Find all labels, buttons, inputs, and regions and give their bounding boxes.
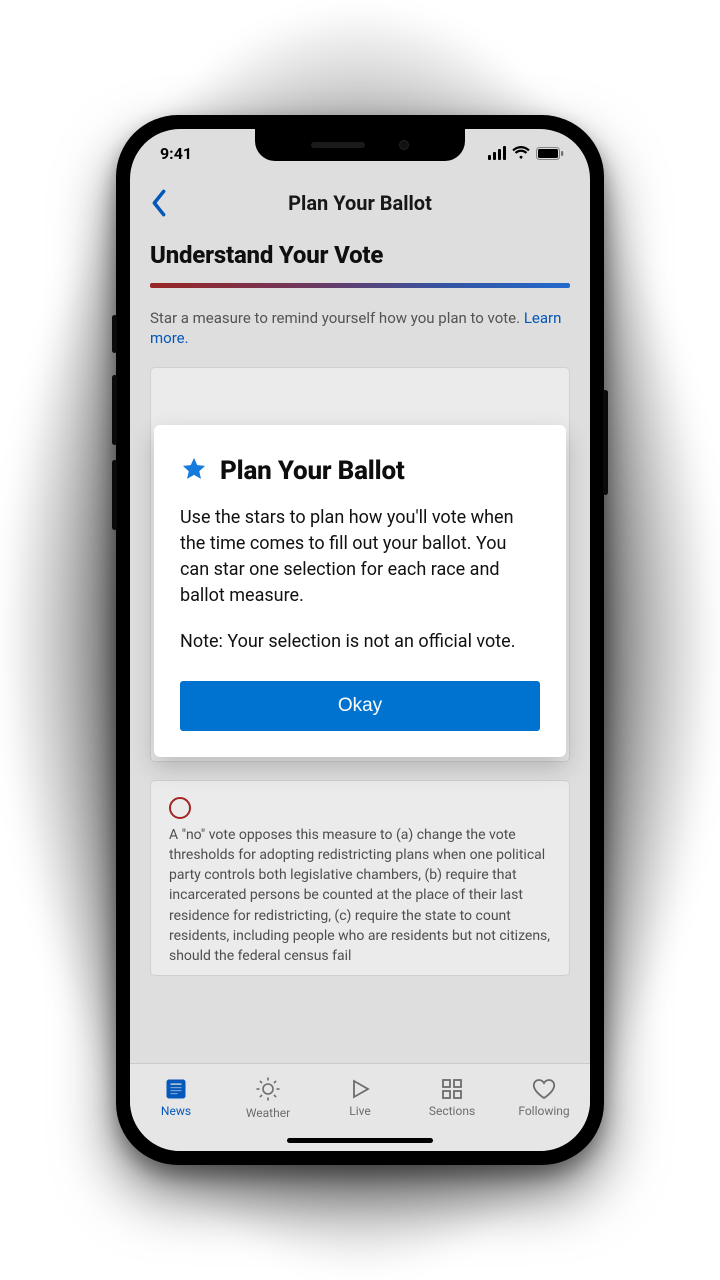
info-modal: Plan Your Ballot Use the stars to plan h… — [154, 425, 566, 757]
side-button — [112, 315, 117, 353]
side-button — [112, 460, 117, 530]
speaker-slot — [311, 142, 365, 148]
modal-paragraph: Note: Your selection is not an official … — [180, 629, 540, 655]
front-camera — [399, 140, 409, 150]
modal-paragraph: Use the stars to plan how you'll vote wh… — [180, 505, 540, 609]
side-button — [112, 375, 117, 445]
star-icon — [180, 455, 208, 487]
screen: 9:41 Plan Your Bal — [130, 129, 590, 1151]
modal-title: Plan Your Ballot — [220, 456, 405, 486]
side-button — [603, 390, 608, 495]
modal-body: Use the stars to plan how you'll vote wh… — [180, 505, 540, 655]
notch — [255, 129, 465, 161]
okay-button[interactable]: Okay — [180, 681, 540, 731]
home-indicator[interactable] — [287, 1138, 433, 1143]
phone-frame: 9:41 Plan Your Bal — [116, 115, 604, 1165]
